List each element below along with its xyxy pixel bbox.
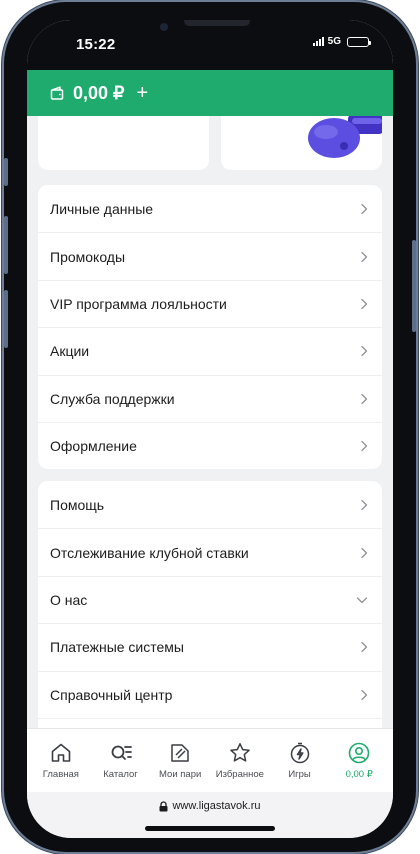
promo-card[interactable]	[221, 116, 382, 170]
menu-item-promocodes[interactable]: Промокоды	[38, 232, 382, 279]
menu-item-payment-systems[interactable]: Платежные системы	[38, 623, 382, 670]
star-icon	[230, 743, 250, 762]
profile-content: Личные данные Промокоды VIP программа ло…	[27, 116, 393, 728]
network-label: 5G	[327, 36, 341, 47]
menu-item-label: VIP программа лояльности	[50, 295, 227, 312]
balance-header: 0,00 ₽ +	[27, 70, 393, 116]
menu-item-support[interactable]: Служба поддержки	[38, 374, 382, 422]
home-icon	[51, 743, 71, 762]
catalog-search-icon	[111, 745, 132, 760]
chevron-right-icon	[361, 251, 368, 262]
tab-label: Мои пари	[159, 769, 202, 780]
status-indicators: 5G	[312, 36, 371, 47]
chevron-right-icon	[361, 499, 368, 510]
bottom-tab-bar: Главная Каталог Мои пари Избранное Игры …	[27, 728, 393, 792]
lightning-icon	[290, 742, 309, 764]
menu-item-personal-data[interactable]: Личные данные	[38, 185, 382, 232]
tab-label: 0,00 ₽	[345, 769, 373, 780]
chevron-right-icon	[361, 346, 368, 357]
menu-item-label: Промокоды	[50, 248, 126, 265]
menu-item-label: Помощь	[50, 496, 105, 513]
wallet-icon	[50, 86, 64, 100]
battery-icon	[347, 36, 371, 47]
url-display: www.ligastavok.ru	[159, 800, 261, 838]
tab-profile[interactable]: 0,00 ₽	[329, 729, 389, 792]
tab-my-bets[interactable]: Мои пари	[150, 729, 210, 792]
profile-icon	[348, 742, 370, 764]
menu-item-label: О нас	[50, 591, 88, 608]
chevron-right-icon	[361, 689, 368, 700]
menu-item-club-bet-tracking[interactable]: Отслеживание клубной ставки	[38, 528, 382, 575]
menu-item-label: Платежные системы	[50, 639, 184, 656]
chevron-right-icon	[361, 203, 368, 214]
tab-catalog[interactable]: Каталог	[91, 729, 151, 792]
tab-games[interactable]: Игры	[270, 729, 330, 792]
chevron-right-icon	[361, 298, 368, 310]
account-menu: Личные данные Промокоды VIP программа ло…	[38, 185, 382, 470]
menu-item-help[interactable]: Помощь	[38, 481, 382, 528]
info-menu: Помощь Отслеживание клубной ставки О нас…	[38, 481, 382, 728]
phone-frame: 15:22 5G 0,00 ₽ + Личные данные Промокод…	[4, 2, 416, 852]
menu-item-label: Оформление	[50, 438, 137, 455]
url-text: www.ligastavok.ru	[172, 800, 261, 812]
add-funds-button[interactable]: +	[137, 83, 149, 103]
volume-up-button	[4, 216, 8, 274]
chevron-down-icon	[356, 597, 368, 604]
chevron-right-icon	[361, 440, 368, 452]
menu-item-vip-program[interactable]: VIP программа лояльности	[38, 279, 382, 327]
status-bar: 15:22 5G	[27, 20, 393, 70]
tab-label: Главная	[42, 769, 79, 780]
menu-item-label: Справочный центр	[50, 686, 173, 703]
balance-amount[interactable]: 0,00 ₽	[73, 83, 125, 104]
tab-label: Игры	[288, 769, 311, 780]
browser-url-bar[interactable]: www.ligastavok.ru	[27, 792, 393, 838]
chevron-right-icon	[361, 642, 368, 653]
menu-item-label: Акции	[50, 343, 90, 360]
lock-icon	[159, 801, 168, 812]
tab-favorites[interactable]: Избранное	[210, 729, 270, 792]
chevron-right-icon	[361, 393, 368, 404]
menu-item-label: Служба поддержки	[50, 390, 175, 407]
whistle-icon	[308, 116, 382, 158]
side-button	[412, 240, 416, 332]
volume-down-button	[4, 290, 8, 348]
menu-item-label: Личные данные	[50, 200, 154, 217]
menu-item-promotions[interactable]: Акции	[38, 327, 382, 374]
promo-card[interactable]	[38, 116, 209, 170]
screen: 15:22 5G 0,00 ₽ + Личные данные Промокод…	[27, 20, 393, 838]
chevron-right-icon	[361, 547, 368, 558]
ticket-icon	[171, 744, 189, 762]
speaker	[184, 20, 250, 26]
menu-item-partial[interactable]	[38, 717, 382, 728]
menu-item-label: Отслеживание клубной ставки	[50, 544, 249, 561]
signal-icon	[312, 37, 324, 46]
home-indicator	[145, 826, 275, 831]
menu-item-about[interactable]: О нас	[38, 575, 382, 623]
mute-switch	[4, 158, 8, 186]
tab-label: Каталог	[103, 769, 138, 780]
menu-item-help-center[interactable]: Справочный центр	[38, 670, 382, 718]
tab-label: Избранное	[215, 769, 264, 780]
camera	[160, 23, 168, 31]
status-time: 15:22	[76, 36, 116, 53]
tab-home[interactable]: Главная	[31, 729, 91, 792]
menu-item-appearance[interactable]: Оформление	[38, 421, 382, 469]
